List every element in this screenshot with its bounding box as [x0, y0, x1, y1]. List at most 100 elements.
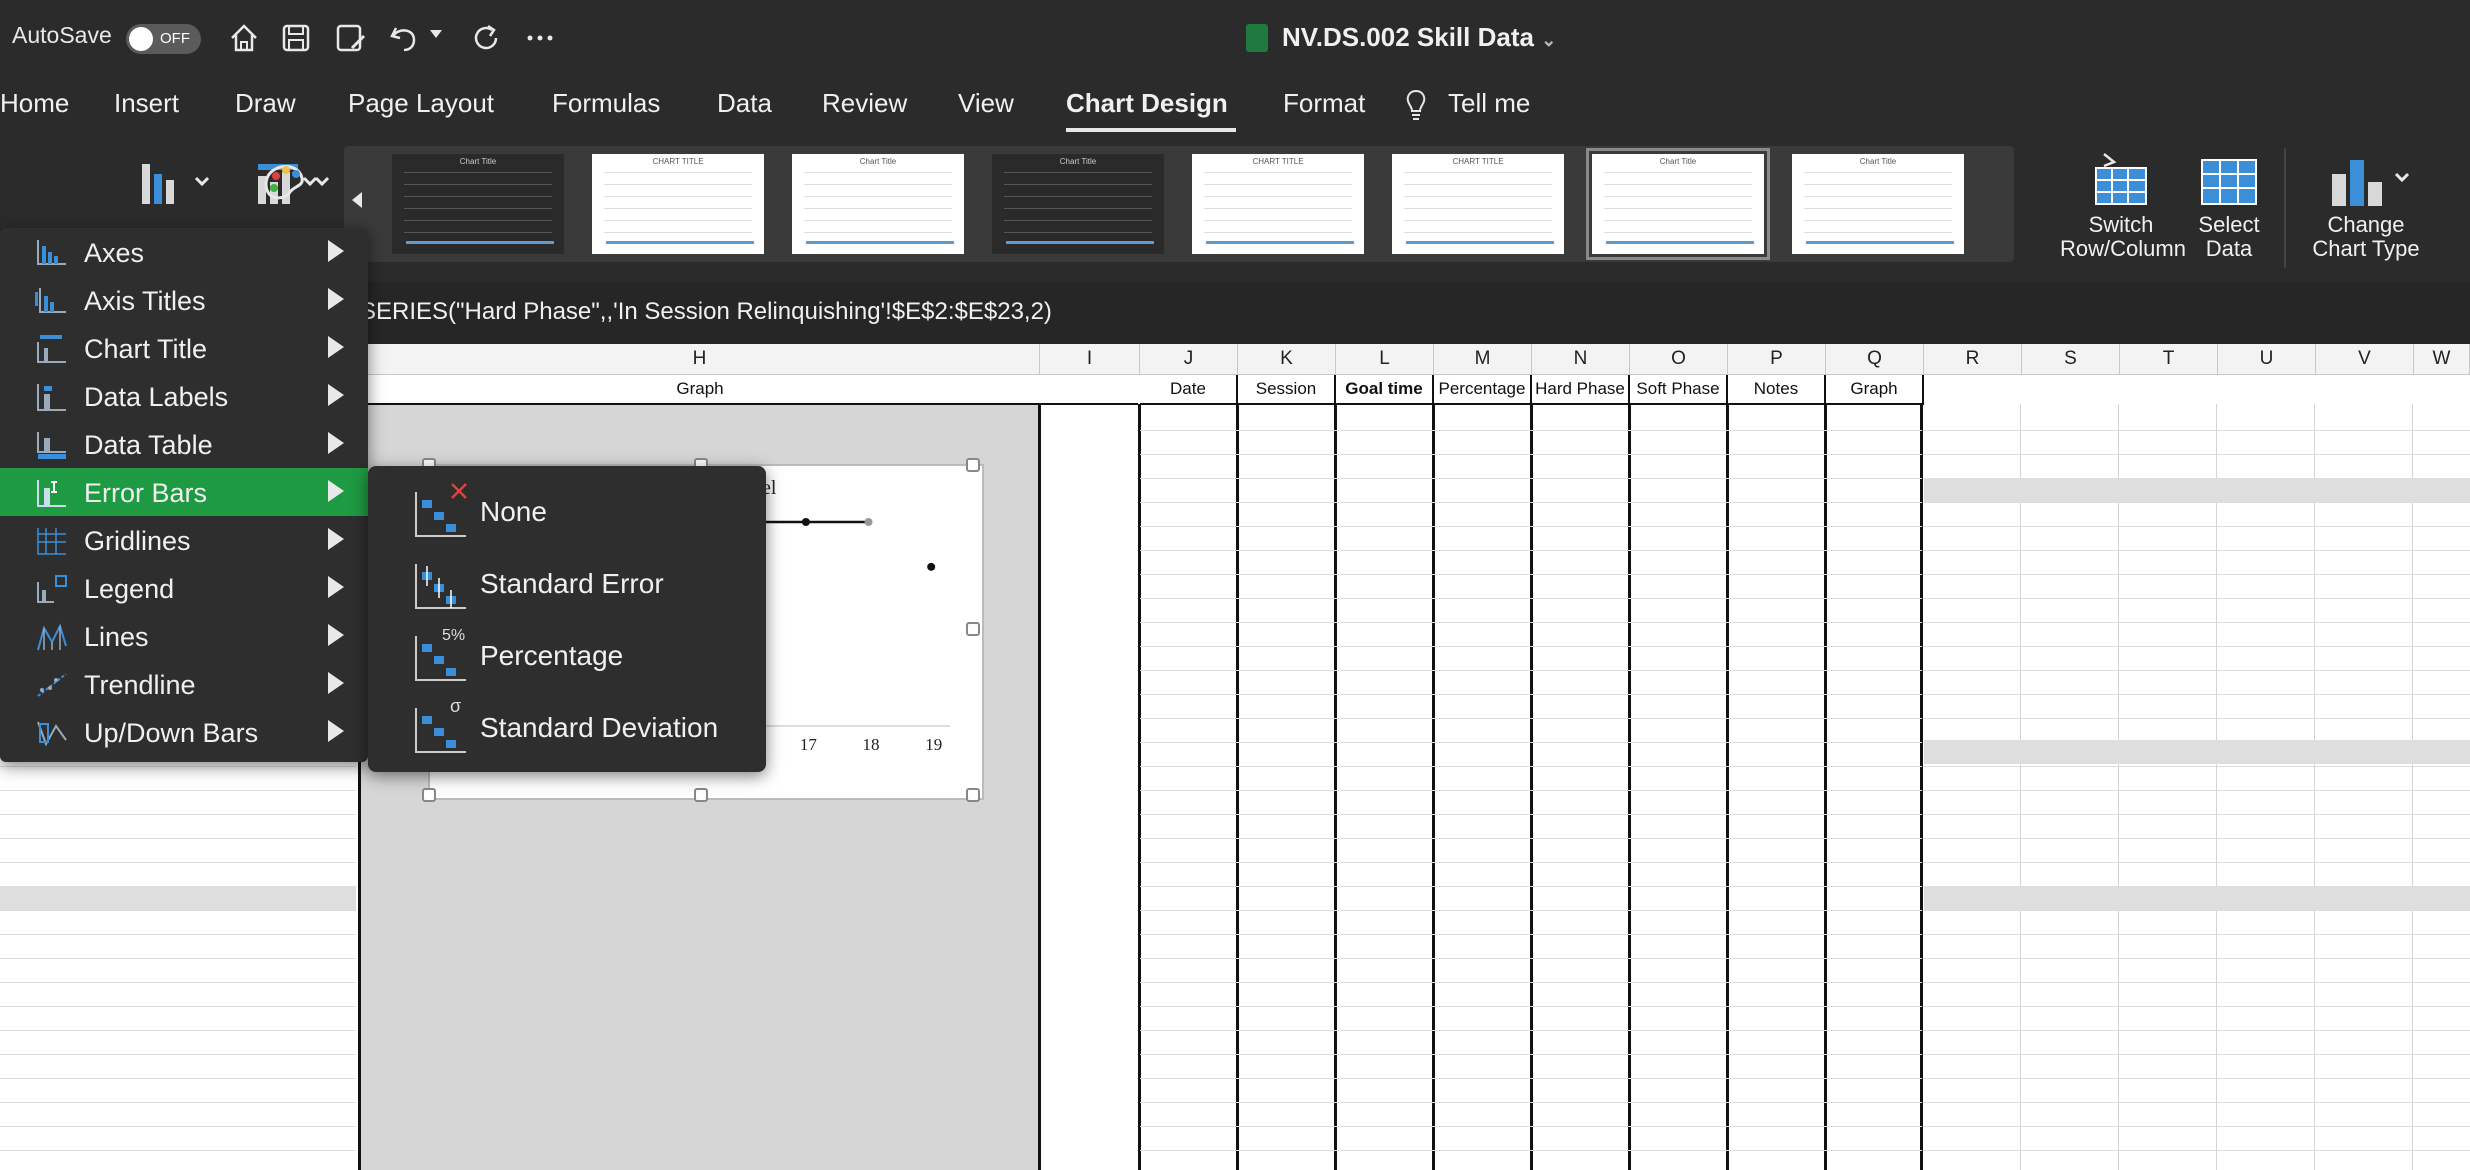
- more-icon[interactable]: [520, 18, 560, 58]
- header-cell-session[interactable]: Session: [1238, 375, 1336, 405]
- column-header-v[interactable]: V: [2316, 344, 2414, 375]
- menu-item-data-labels[interactable]: Data Labels: [0, 372, 368, 420]
- tab-view[interactable]: View: [958, 88, 1014, 119]
- data-point[interactable]: [864, 518, 873, 526]
- column-header-u[interactable]: U: [2218, 344, 2316, 375]
- header-cell-notes[interactable]: Notes: [1728, 375, 1826, 405]
- chart-style-thumb[interactable]: CHART TITLE: [592, 154, 764, 254]
- tab-data[interactable]: Data: [717, 88, 772, 119]
- thumb-gridline: [604, 196, 752, 197]
- header-cell-hard-phase[interactable]: Hard Phase: [1532, 375, 1630, 405]
- row-gridline: [1140, 1126, 1922, 1127]
- column-header-w[interactable]: W: [2414, 344, 2470, 375]
- chart-style-thumb[interactable]: Chart Title: [392, 154, 564, 254]
- header-cell-i[interactable]: [1040, 375, 1138, 405]
- row-gridline: [1924, 430, 2470, 431]
- gallery-left-arrow-icon[interactable]: [352, 192, 362, 208]
- column-header-r[interactable]: R: [1924, 344, 2022, 375]
- column-header-h[interactable]: H: [360, 344, 1040, 375]
- tab-chart-design[interactable]: Chart Design: [1066, 88, 1228, 119]
- tab-home[interactable]: Home: [0, 88, 69, 119]
- menu-item-axes[interactable]: Axes: [0, 228, 368, 276]
- home-icon[interactable]: [224, 18, 264, 58]
- menu-item-chart-title[interactable]: Chart Title: [0, 324, 368, 372]
- header-cell-goal-time[interactable]: Goal time: [1336, 375, 1434, 405]
- error-bars-percentage[interactable]: 5% Percentage: [368, 618, 766, 690]
- chart-style-thumb[interactable]: Chart Title: [1586, 148, 1770, 260]
- thumb-gridline: [1404, 232, 1552, 233]
- thumb-series: [1006, 241, 1154, 244]
- column-header-t[interactable]: T: [2120, 344, 2218, 375]
- resize-handle[interactable]: [966, 458, 980, 472]
- switch-row-column-button[interactable]: Switch Row/Column: [2060, 152, 2186, 261]
- header-cell-h[interactable]: Graph: [360, 375, 1042, 405]
- redo-icon[interactable]: [466, 18, 506, 58]
- chart-style-thumb[interactable]: CHART TITLE: [1192, 154, 1364, 254]
- column-header-i[interactable]: I: [1040, 344, 1140, 375]
- column-header-p[interactable]: P: [1728, 344, 1826, 375]
- resize-handle[interactable]: [966, 622, 980, 636]
- undo-dropdown-icon[interactable]: [430, 30, 442, 38]
- column-header-l[interactable]: L: [1336, 344, 1434, 375]
- chart-style-thumb[interactable]: Chart Title: [792, 154, 964, 254]
- row-gridline: [1924, 622, 2470, 623]
- header-cell-date[interactable]: Date: [1140, 375, 1238, 405]
- thumb-gridline: [404, 208, 552, 209]
- column-header-j[interactable]: J: [1140, 344, 1238, 375]
- select-data-button[interactable]: Select Data: [2192, 152, 2266, 261]
- menu-item-data-table[interactable]: Data Table: [0, 420, 368, 468]
- tab-review[interactable]: Review: [822, 88, 907, 119]
- chart-style-thumb-title: Chart Title: [1059, 157, 1097, 166]
- error-bars-standard-deviation[interactable]: σ Standard Deviation: [368, 690, 766, 762]
- tab-page-layout[interactable]: Page Layout: [348, 88, 494, 119]
- chart-style-thumb[interactable]: Chart Title: [1792, 154, 1964, 254]
- column-header-s[interactable]: S: [2022, 344, 2120, 375]
- column-header-k[interactable]: K: [1238, 344, 1336, 375]
- change-colors-icon[interactable]: [246, 150, 338, 214]
- tab-format[interactable]: Format: [1283, 88, 1365, 119]
- menu-item-legend[interactable]: Legend: [0, 564, 368, 612]
- autosave-toggle[interactable]: OFF: [126, 24, 201, 54]
- resize-handle[interactable]: [694, 788, 708, 802]
- column-header-o[interactable]: O: [1630, 344, 1728, 375]
- header-cell-percentage[interactable]: Percentage: [1434, 375, 1532, 405]
- add-chart-element-button[interactable]: [130, 150, 224, 214]
- error-bars-standard-error[interactable]: Standard Error: [368, 546, 766, 618]
- tab-insert[interactable]: Insert: [114, 88, 179, 119]
- chart-style-thumb[interactable]: Chart Title: [992, 154, 1164, 254]
- tab-draw[interactable]: Draw: [235, 88, 296, 119]
- data-point[interactable]: [927, 562, 936, 571]
- error-bars-none[interactable]: None: [368, 474, 766, 546]
- tab-formulas[interactable]: Formulas: [552, 88, 660, 119]
- menu-item-axis-titles[interactable]: Axis Titles: [0, 276, 368, 324]
- menu-item-error-bars[interactable]: Error Bars: [0, 468, 368, 516]
- undo-icon[interactable]: [384, 18, 424, 58]
- document-title[interactable]: NV.DS.002 Skill Data ⌄: [1282, 22, 1556, 53]
- header-cell-soft-phase[interactable]: Soft Phase: [1630, 375, 1728, 405]
- data-point[interactable]: [801, 518, 810, 526]
- column-header-n[interactable]: N: [1532, 344, 1630, 375]
- menu-item-gridlines[interactable]: Gridlines: [0, 516, 368, 564]
- thumb-gridline: [1804, 220, 1952, 221]
- switch-label-line2: Row/Column: [2060, 236, 2186, 261]
- header-cell-graph-q[interactable]: Graph: [1826, 375, 1924, 405]
- thumb-gridline: [1404, 220, 1552, 221]
- row-gridline: [1924, 838, 2470, 839]
- save-as-icon[interactable]: [330, 18, 370, 58]
- column-header-m[interactable]: M: [1434, 344, 1532, 375]
- resize-handle[interactable]: [422, 788, 436, 802]
- tab-tell-me[interactable]: Tell me: [1448, 88, 1530, 119]
- submenu-arrow-icon: [328, 624, 344, 646]
- formula-input[interactable]: SERIES("Hard Phase",,'In Session Relinqu…: [360, 298, 1052, 326]
- row-gridline: [1140, 1102, 1922, 1103]
- change-chart-type-button[interactable]: Change Chart Type: [2310, 152, 2422, 261]
- menu-item-lines[interactable]: Lines: [0, 612, 368, 660]
- menu-item-up-down-bars[interactable]: Up/Down Bars: [0, 708, 368, 756]
- column-header-q[interactable]: Q: [1826, 344, 1924, 375]
- menu-item-trendline[interactable]: Trendline: [0, 660, 368, 708]
- save-icon[interactable]: [276, 18, 316, 58]
- percentage-icon: 5%: [415, 627, 466, 681]
- title-bar: [0, 0, 2470, 76]
- chart-style-thumb[interactable]: CHART TITLE: [1392, 154, 1564, 254]
- resize-handle[interactable]: [966, 788, 980, 802]
